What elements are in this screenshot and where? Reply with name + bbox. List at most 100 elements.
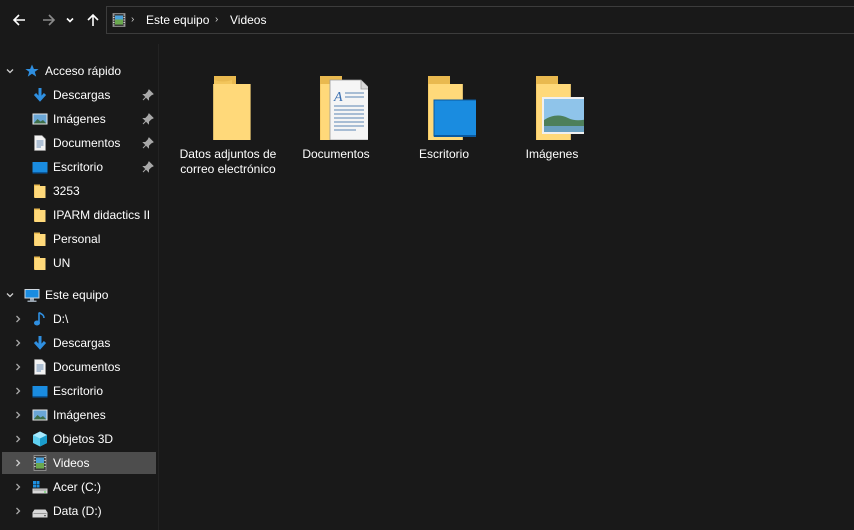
sidebar-item-descargas[interactable]: Descargas xyxy=(2,84,156,106)
svg-text:A: A xyxy=(333,90,343,105)
sidebar-item-imagenes-pc[interactable]: Imágenes xyxy=(2,404,156,426)
tree-label: Este equipo xyxy=(45,288,109,302)
star-icon xyxy=(25,64,39,77)
document-icon xyxy=(34,135,46,151)
sidebar-item-descargas-pc[interactable]: Descargas xyxy=(2,332,156,354)
os-drive-icon xyxy=(32,481,48,494)
pin-icon[interactable] xyxy=(142,89,154,101)
folder-item-imagenes[interactable]: Imágenes xyxy=(502,44,602,184)
chevron-right-icon[interactable] xyxy=(12,505,24,517)
pictures-icon xyxy=(32,113,48,125)
download-arrow-icon xyxy=(33,88,47,102)
tree-label: Acceso rápido xyxy=(45,64,122,78)
sidebar-item-imagenes[interactable]: Imágenes xyxy=(2,108,156,130)
pin-icon[interactable] xyxy=(142,137,154,149)
back-button[interactable] xyxy=(8,8,30,32)
pin-icon[interactable] xyxy=(142,113,154,125)
computer-icon xyxy=(24,289,40,302)
folder-item-documentos[interactable]: A Documentos xyxy=(286,44,386,184)
tree-label: UN xyxy=(53,256,71,270)
folder-label: Documentos xyxy=(302,147,370,161)
tree-item-this-pc[interactable]: Este equipo xyxy=(2,284,156,306)
tree-label: Descargas xyxy=(53,88,111,102)
tree-label: D:\ xyxy=(53,312,69,326)
folder-item-email-attachments[interactable]: Datos adjuntos de correo electrónico xyxy=(178,44,278,184)
recent-locations-button[interactable] xyxy=(62,8,78,32)
folder-label: Escritorio xyxy=(418,147,469,161)
tree-label: Documentos xyxy=(53,136,121,150)
arrow-up-icon xyxy=(87,13,99,26)
sidebar-item-data-d[interactable]: Data (D:) xyxy=(2,500,156,522)
sidebar-item-iparm-didactics-ii[interactable]: IPARM didactics II xyxy=(2,204,156,226)
chevron-down-icon xyxy=(66,17,74,23)
sidebar-item-3253[interactable]: 3253 xyxy=(2,180,156,202)
chevron-right-icon[interactable] xyxy=(12,409,24,421)
tree-label: Videos xyxy=(53,456,90,470)
tree-label: 3253 xyxy=(53,184,80,198)
file-list: Datos adjuntos de correo electrónico A D… xyxy=(159,44,854,530)
chevron-down-icon[interactable] xyxy=(4,289,16,301)
tree-label: Objetos 3D xyxy=(53,432,114,446)
chevron-right-icon[interactable]: › xyxy=(131,14,134,25)
folder-label: Imágenes xyxy=(525,147,579,161)
chevron-right-icon[interactable] xyxy=(12,457,24,469)
download-arrow-icon xyxy=(33,336,47,350)
tree-label: IPARM didactics II xyxy=(53,208,151,222)
folder-icon xyxy=(34,256,46,270)
desktop-icon xyxy=(32,162,48,174)
folder-documents-icon: A xyxy=(320,76,368,140)
tree-label: Acer (C:) xyxy=(53,480,101,494)
folder-label: Datos adjuntos de correo electrónico xyxy=(179,147,277,176)
file-explorer-window: › Este equipo › Videos Acceso rápido Des… xyxy=(0,0,854,530)
tree-label: Imágenes xyxy=(53,408,106,422)
chevron-right-icon[interactable]: › xyxy=(215,14,218,25)
tree-label: Escritorio xyxy=(53,160,104,174)
video-icon xyxy=(112,13,126,27)
folder-desktop-icon xyxy=(428,76,476,140)
breadcrumb-videos[interactable]: Videos xyxy=(230,13,266,27)
chevron-right-icon[interactable] xyxy=(12,385,24,397)
folder-icon xyxy=(34,184,46,198)
sidebar-item-documentos-pc[interactable]: Documentos xyxy=(2,356,156,378)
tree-item-quick-access[interactable]: Acceso rápido xyxy=(2,60,156,82)
chevron-right-icon[interactable] xyxy=(12,361,24,373)
navigation-pane: Acceso rápido Descargas Imágenes Documen… xyxy=(0,44,158,530)
folder-icon xyxy=(34,208,46,222)
chevron-right-icon[interactable] xyxy=(12,337,24,349)
tree-label: Descargas xyxy=(53,336,111,350)
navigation-bar: › Este equipo › Videos xyxy=(0,0,854,40)
sidebar-item-un[interactable]: UN xyxy=(2,252,156,274)
up-button[interactable] xyxy=(82,8,104,32)
tree-label: Data (D:) xyxy=(53,504,102,518)
sidebar-item-escritorio[interactable]: Escritorio xyxy=(2,156,156,178)
chevron-right-icon[interactable] xyxy=(12,433,24,445)
forward-button[interactable] xyxy=(38,8,60,32)
tree-label: Imágenes xyxy=(53,112,106,126)
arrow-right-icon xyxy=(43,14,56,26)
chevron-down-icon[interactable] xyxy=(4,65,16,77)
music-note-icon xyxy=(34,311,45,326)
sidebar-item-objetos-3d[interactable]: Objetos 3D xyxy=(2,428,156,450)
drive-icon xyxy=(32,509,48,518)
cube-3d-icon xyxy=(33,431,47,447)
chevron-right-icon[interactable] xyxy=(12,481,24,493)
folder-item-escritorio[interactable]: Escritorio xyxy=(394,44,494,184)
chevron-right-icon[interactable] xyxy=(12,313,24,325)
folder-icon xyxy=(34,232,46,246)
tree-label: Documentos xyxy=(53,360,121,374)
breadcrumb-este-equipo[interactable]: Este equipo xyxy=(146,13,209,27)
sidebar-item-personal[interactable]: Personal xyxy=(2,228,156,250)
tree-label: Escritorio xyxy=(53,384,104,398)
address-bar[interactable]: › Este equipo › Videos xyxy=(106,6,854,34)
folder-icon xyxy=(213,76,251,140)
pictures-icon xyxy=(32,409,48,421)
sidebar-item-d-drive[interactable]: D:\ xyxy=(2,308,156,330)
sidebar-item-escritorio-pc[interactable]: Escritorio xyxy=(2,380,156,402)
document-icon xyxy=(34,359,46,375)
sidebar-item-videos[interactable]: Videos xyxy=(2,452,156,474)
sidebar-item-acer-c[interactable]: Acer (C:) xyxy=(2,476,156,498)
folder-pictures-icon xyxy=(536,76,584,140)
pin-icon[interactable] xyxy=(142,161,154,173)
desktop-icon xyxy=(32,386,48,398)
sidebar-item-documentos[interactable]: Documentos xyxy=(2,132,156,154)
